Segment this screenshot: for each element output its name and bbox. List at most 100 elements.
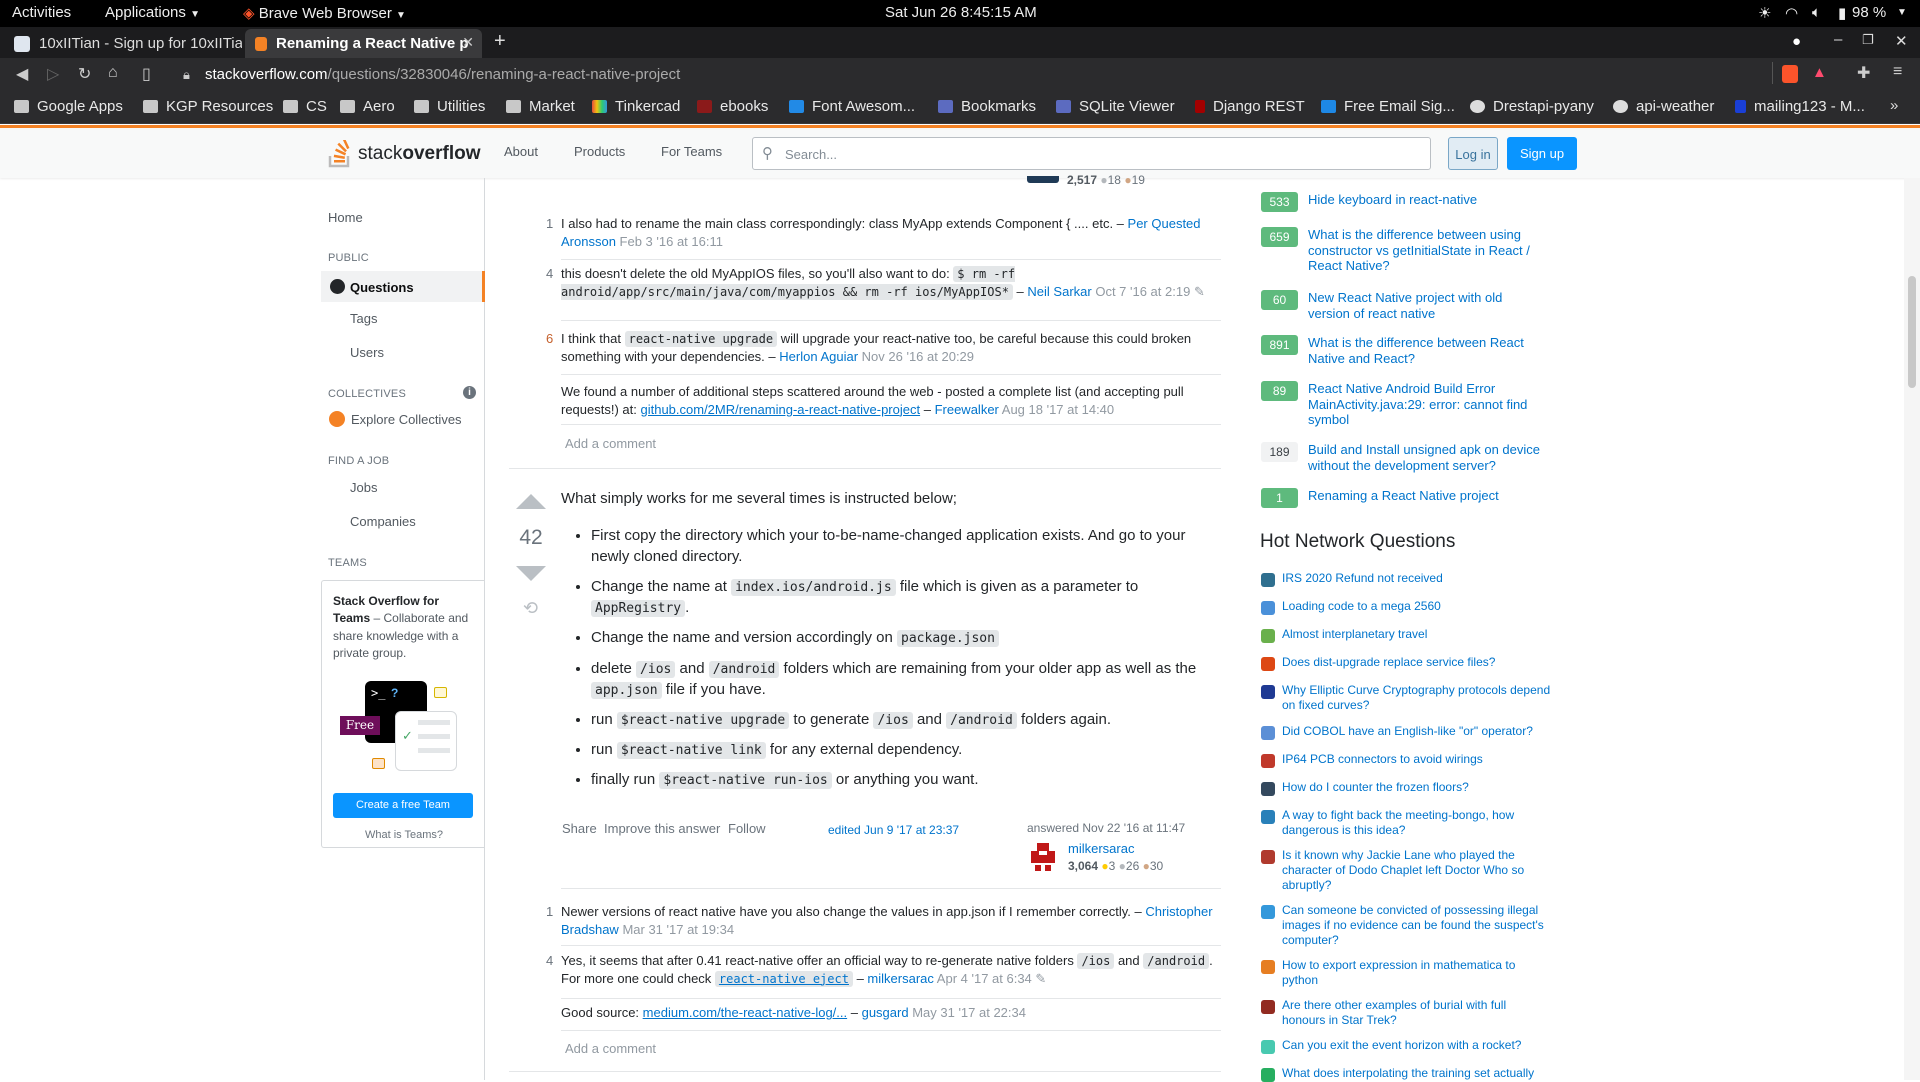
upvote-button[interactable] (516, 494, 546, 509)
what-is-teams-link[interactable]: What is Teams? (322, 829, 486, 841)
hot-question-link[interactable]: Does dist-upgrade replace service files? (1282, 655, 1552, 670)
history-icon[interactable]: ⟲ (523, 598, 538, 619)
activities-button[interactable]: Activities (12, 4, 71, 21)
bookmark-mailing123[interactable]: mailing123 - M... (1735, 98, 1865, 115)
related-question-link[interactable]: What is the difference between React Nat… (1308, 335, 1543, 366)
browser-app-menu[interactable]: ◈ Brave Web Browser ▼ (243, 4, 406, 22)
brave-shields-icon[interactable] (1782, 65, 1798, 83)
battery-percent[interactable]: 98 % (1852, 4, 1886, 21)
new-tab-icon[interactable]: + (494, 30, 506, 53)
comment-date[interactable]: Mar 31 '17 at 19:34 (622, 922, 734, 937)
user-link[interactable]: milkersarac (1068, 841, 1134, 856)
bookmark-icon[interactable]: ▯ (142, 64, 151, 84)
wifi-icon[interactable]: ◠ (1785, 4, 1798, 22)
related-question-link[interactable]: Renaming a React Native project (1308, 488, 1543, 504)
hot-question-link[interactable]: IP64 PCB connectors to avoid wirings (1282, 752, 1552, 767)
bookmark-django-rest[interactable]: Django REST (1195, 98, 1305, 115)
info-icon[interactable]: i (463, 386, 476, 399)
bookmark-tinkercad[interactable]: Tinkercad (592, 98, 680, 115)
close-tab-icon[interactable]: ✕ (462, 34, 474, 51)
hot-question-link[interactable]: Loading code to a mega 2560 (1282, 599, 1552, 614)
brightness-icon[interactable]: ☀ (1758, 4, 1771, 22)
hot-question-link[interactable]: A way to fight back the meeting-bongo, h… (1282, 808, 1552, 838)
sidebar-item-companies[interactable]: Companies (350, 514, 416, 529)
battery-icon[interactable]: ▮ (1838, 4, 1846, 22)
login-button[interactable]: Log in (1448, 137, 1498, 170)
related-question-link[interactable]: React Native Android Build Error MainAct… (1308, 381, 1543, 428)
hot-question-link[interactable]: Can you exit the event horizon with a ro… (1282, 1038, 1552, 1053)
tab-search-icon[interactable]: ● (1792, 33, 1801, 50)
comment-link[interactable]: github.com/2MR/renaming-a-react-native-p… (640, 402, 920, 417)
nav-about[interactable]: About (504, 144, 538, 159)
nav-products[interactable]: Products (574, 144, 625, 159)
menu-icon[interactable]: ≡ (1893, 63, 1902, 81)
hot-question-link[interactable]: What does interpolating the training set… (1282, 1066, 1552, 1081)
comment-link[interactable]: medium.com/the-react-native-log/... (643, 1005, 847, 1020)
comment-date[interactable]: Feb 3 '16 at 16:11 (620, 234, 723, 249)
minimize-icon[interactable]: – (1834, 31, 1842, 48)
forward-icon[interactable]: ▷ (47, 64, 59, 84)
hot-question-link[interactable]: IRS 2020 Refund not received (1282, 571, 1552, 586)
sidebar-item-home[interactable]: Home (328, 210, 363, 225)
comment-user-link[interactable]: Neil Sarkar (1027, 284, 1091, 299)
bookmark-free-email-sig[interactable]: Free Email Sig... (1321, 98, 1455, 115)
related-question-link[interactable]: Build and Install unsigned apk on device… (1308, 442, 1543, 473)
sidebar-item-tags[interactable]: Tags (350, 311, 377, 326)
clock[interactable]: Sat Jun 26 8:45:15 AM (885, 4, 1037, 21)
hot-question-link[interactable]: Did COBOL have an English-like "or" oper… (1282, 724, 1552, 739)
bookmark-aero[interactable]: Aero (340, 98, 395, 115)
bookmark-bookmarks[interactable]: Bookmarks (938, 98, 1036, 115)
sidebar-item-users[interactable]: Users (350, 345, 384, 360)
sidebar-item-questions[interactable]: Questions (321, 271, 485, 302)
sidebar-item-jobs[interactable]: Jobs (350, 480, 377, 495)
volume-icon[interactable]: 🔈︎ (1812, 4, 1821, 21)
comment-user-link[interactable]: Herlon Aguiar (779, 349, 858, 364)
bookmark-sqlite-viewer[interactable]: SQLite Viewer (1056, 98, 1175, 115)
hot-question-link[interactable]: How to export expression in mathematica … (1282, 958, 1552, 988)
hot-question-link[interactable]: Can someone be convicted of possessing i… (1282, 903, 1552, 948)
comment-date[interactable]: May 31 '17 at 22:34 (912, 1005, 1026, 1020)
comment-date[interactable]: Nov 26 '16 at 20:29 (862, 349, 974, 364)
bookmark-api-weather[interactable]: api-weather (1613, 98, 1714, 115)
related-question-link[interactable]: What is the difference between using con… (1308, 227, 1543, 274)
more-bookmarks-icon[interactable]: » (1890, 97, 1898, 114)
bookmark-drestapi[interactable]: Drestapi-pyany (1470, 98, 1594, 115)
page-scrollbar[interactable] (1904, 178, 1920, 1080)
so-logo[interactable]: stack overflow (328, 140, 480, 168)
tab-renaming-react-native[interactable]: Renaming a React Native p ✕ (245, 29, 482, 58)
avatar[interactable] (1027, 176, 1059, 183)
hot-question-link[interactable]: How do I counter the frozen floors? (1282, 780, 1552, 795)
signup-button[interactable]: Sign up (1507, 137, 1577, 170)
downvote-button[interactable] (516, 566, 546, 581)
related-question-link[interactable]: New React Native project with old versio… (1308, 290, 1543, 321)
tab-10xiitian[interactable]: 10xIITian - Sign up for 10xIITia (4, 29, 242, 58)
edited-link[interactable]: edited Jun 9 '17 at 23:37 (828, 823, 959, 837)
comment-date[interactable]: Aug 18 '17 at 14:40 (1002, 402, 1114, 417)
nav-for-teams[interactable]: For Teams (661, 144, 722, 159)
bookmark-cs[interactable]: CS (283, 98, 327, 115)
home-icon[interactable]: ⌂ (108, 64, 118, 82)
bookmark-utilities[interactable]: Utilities (414, 98, 485, 115)
bookmark-market[interactable]: Market (506, 98, 575, 115)
avatar[interactable] (1027, 841, 1059, 873)
brave-rewards-icon[interactable]: ▲ (1812, 64, 1827, 81)
reload-icon[interactable]: ↻ (78, 64, 91, 84)
improve-answer-link[interactable]: Improve this answer (604, 821, 720, 836)
applications-menu[interactable]: Applications ▼ (105, 4, 200, 21)
restore-icon[interactable]: ❐ (1862, 32, 1874, 48)
create-team-button[interactable]: Create a free Team (333, 793, 473, 818)
related-question-link[interactable]: Hide keyboard in react-native (1308, 192, 1543, 208)
hot-question-link[interactable]: Are there other examples of burial with … (1282, 998, 1552, 1028)
search-input[interactable]: ⚲ Search... (752, 137, 1431, 170)
bookmark-google-apps[interactable]: Google Apps (14, 98, 123, 115)
sidebar-item-explore-collectives[interactable]: Explore Collectives (329, 411, 462, 427)
comment-date[interactable]: Oct 7 '16 at 2:19 (1095, 284, 1190, 299)
comment-user-link[interactable]: milkersarac (867, 971, 933, 986)
share-link[interactable]: Share (562, 821, 597, 836)
url-field[interactable]: stackoverflow.com/questions/32830046/ren… (205, 66, 680, 83)
bookmark-ebooks[interactable]: ebooks (697, 98, 768, 115)
comment-code-link[interactable]: react-native eject (714, 970, 853, 987)
extensions-icon[interactable]: ✚ (1857, 63, 1870, 83)
bookmark-kgp-resources[interactable]: KGP Resources (143, 98, 273, 115)
add-comment-link[interactable]: Add a comment (565, 436, 656, 451)
